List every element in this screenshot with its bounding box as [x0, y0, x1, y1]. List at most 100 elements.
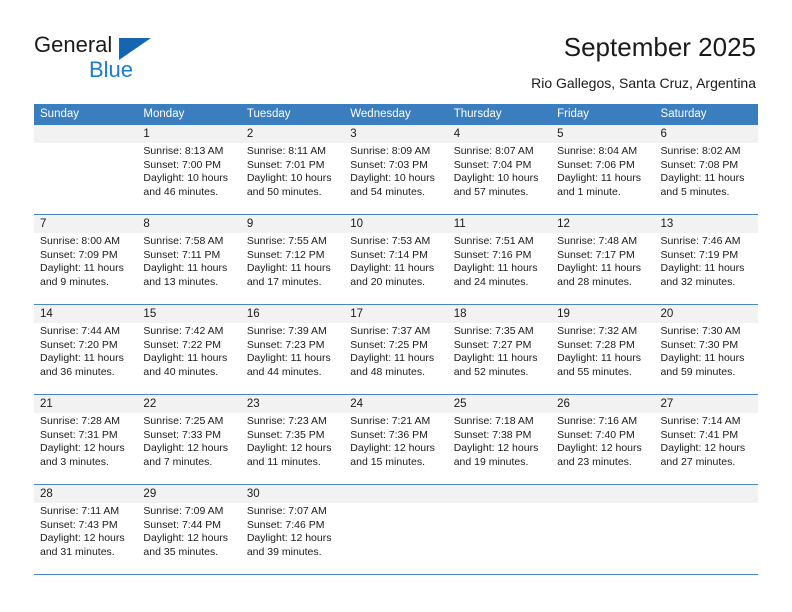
day-cell[interactable]: Sunrise: 8:13 AM Sunset: 7:00 PM Daylight:… — [137, 143, 240, 214]
day-cell[interactable]: Sunrise: 7:30 AM Sunset: 7:30 PM Daylight:… — [655, 323, 758, 394]
day-number[interactable]: 4 — [448, 125, 551, 143]
day-cell[interactable]: Sunrise: 8:07 AM Sunset: 7:04 PM Daylight:… — [448, 143, 551, 214]
day-sunrise-text: Sunrise: 8:04 AM — [557, 145, 638, 157]
day-cell[interactable]: Sunrise: 7:32 AM Sunset: 7:28 PM Daylight:… — [551, 323, 654, 394]
day-number[interactable]: 9 — [241, 215, 344, 233]
day-number[interactable]: 27 — [655, 395, 758, 413]
day-cell[interactable]: Sunrise: 8:02 AM Sunset: 7:08 PM Daylight:… — [655, 143, 758, 214]
weekday-header-thursday: Thursday — [453, 108, 502, 120]
day-cell[interactable]: Sunrise: 8:11 AM Sunset: 7:01 PM Daylight:… — [241, 143, 344, 214]
day-number[interactable]: 21 — [34, 395, 137, 413]
day-daylight-text: Daylight: 11 hours — [40, 352, 124, 365]
day-number-row: 123456 — [34, 125, 758, 143]
day-daylight-text: Daylight: 12 hours — [557, 442, 642, 455]
day-cell[interactable]: Sunrise: 8:09 AM Sunset: 7:03 PM Daylight:… — [344, 143, 447, 214]
day-number[interactable]: 7 — [34, 215, 137, 233]
day-daylight-text: Daylight: 11 hours — [350, 352, 435, 365]
day-cell[interactable]: Sunrise: 8:04 AM Sunset: 7:06 PM Daylight:… — [551, 143, 654, 214]
day-cell[interactable]: Sunrise: 7:44 AM Sunset: 7:20 PM Daylight:… — [34, 323, 137, 394]
day-cell[interactable]: Sunrise: 7:14 AM Sunset: 7:41 PM Daylight:… — [655, 413, 758, 484]
day-daylight-text: Daylight: 12 hours — [246, 532, 332, 545]
page-subtitle: Rio Gallegos, Santa Cruz, Argentina — [531, 75, 756, 91]
day-cell[interactable]: Sunrise: 7:16 AM Sunset: 7:40 PM Daylight:… — [551, 413, 654, 484]
day-cell[interactable]: Sunrise: 7:46 AM Sunset: 7:19 PM Daylight:… — [655, 233, 758, 304]
day-number[interactable]: 1 — [137, 125, 240, 143]
day-sunrise-text: Sunrise: 7:18 AM — [453, 415, 534, 427]
day-number[interactable]: 19 — [551, 305, 654, 323]
day-number[interactable]: 10 — [344, 215, 447, 233]
page-title: September 2025 — [563, 32, 756, 62]
day-cell[interactable]: Sunrise: 7:51 AM Sunset: 7:16 PM Daylight:… — [448, 233, 551, 304]
calendar-week-row: 21 22 23 24 25 26 27 Sunrise: 7:28 AM Sunset: 7:… — [34, 395, 758, 485]
day-cell[interactable]: Sunrise: 7:28 AM Sunset: 7:31 PM Daylight:… — [34, 413, 137, 484]
day-sunrise-text: Sunrise: 8:00 AM — [40, 235, 120, 247]
day-number[interactable]: 23 — [241, 395, 344, 413]
day-number[interactable]: 18 — [448, 305, 551, 323]
day-number[interactable]: 12 — [551, 215, 654, 233]
day-number[interactable]: 14 — [34, 305, 137, 323]
day-detail-row: Sunrise: 7:44 AM Sunset: 7:20 PM Daylight:… — [34, 323, 758, 394]
day-cell[interactable]: Sunrise: 7:42 AM Sunset: 7:22 PM Daylight:… — [137, 323, 240, 394]
day-cell[interactable]: Sunrise: 7:37 AM Sunset: 7:25 PM Daylight:… — [344, 323, 447, 394]
day-cell[interactable]: Sunrise: 7:58 AM Sunset: 7:11 PM Daylight:… — [137, 233, 240, 304]
day-detail-row: Sunrise: 7:11 AM Sunset: 7:43 PM Daylight:… — [34, 503, 758, 574]
day-number[interactable]: 28 — [34, 485, 137, 503]
day-number[interactable]: 25 — [448, 395, 551, 413]
day-cell[interactable]: Sunrise: 7:21 AM Sunset: 7:36 PM Daylight:… — [344, 413, 447, 484]
day-sunset-text: Sunset: 7:44 PM — [143, 518, 222, 531]
day-detail-row: Sunrise: 8:00 AM Sunset: 7:09 PM Daylight:… — [34, 233, 758, 304]
day-cell[interactable]: Sunrise: 7:09 AM Sunset: 7:44 PM Daylight:… — [137, 503, 240, 574]
day-daylight-text: and 24 minutes. — [453, 275, 529, 288]
day-cell[interactable]: Sunrise: 7:25 AM Sunset: 7:33 PM Daylight:… — [137, 413, 240, 484]
day-daylight-text: and 3 minutes. — [40, 455, 109, 468]
day-number[interactable]: 11 — [448, 215, 551, 233]
day-number[interactable]: 8 — [137, 215, 240, 233]
day-cell[interactable]: Sunrise: 7:11 AM Sunset: 7:43 PM Daylight:… — [34, 503, 137, 574]
calendar-grid: Sunday Monday Tuesday Wednesday Thursday Frid… — [34, 104, 758, 575]
calendar-week-row: 1 2 3 4 5 6 Sunrise: 8:13 AM Sunset: 7:00 PM Day… — [34, 125, 758, 215]
day-number[interactable]: 30 — [241, 485, 344, 503]
day-number[interactable]: 17 — [344, 305, 447, 323]
day-daylight-text: and 9 minutes. — [40, 275, 109, 288]
day-cell[interactable]: Sunrise: 8:00 AM Sunset: 7:09 PM Daylight:… — [34, 233, 137, 304]
day-number[interactable]: 15 — [137, 305, 240, 323]
calendar-week-row: 28 29 30 Sunrise: 7:11 AM Sunset: 7:43 PM Day… — [34, 485, 758, 575]
day-daylight-text: and 17 minutes. — [246, 275, 322, 288]
day-number[interactable]: 2 — [241, 125, 344, 143]
day-sunrise-text: Sunrise: 7:39 AM — [246, 325, 327, 337]
day-sunset-text: Sunset: 7:41 PM — [660, 428, 739, 441]
day-number[interactable]: 29 — [137, 485, 240, 503]
day-cell[interactable]: Sunrise: 7:55 AM Sunset: 7:12 PM Daylight:… — [241, 233, 344, 304]
day-cell[interactable]: Sunrise: 7:23 AM Sunset: 7:35 PM Daylight:… — [241, 413, 344, 484]
day-number[interactable]: 6 — [655, 125, 758, 143]
day-cell[interactable]: Sunrise: 7:53 AM Sunset: 7:14 PM Daylight:… — [344, 233, 447, 304]
day-cell[interactable]: Sunrise: 7:07 AM Sunset: 7:46 PM Daylight:… — [241, 503, 344, 574]
brand-logo[interactable]: General Blue — [34, 32, 234, 86]
day-number[interactable]: 20 — [655, 305, 758, 323]
day-number[interactable]: 22 — [137, 395, 240, 413]
day-number[interactable]: 5 — [551, 125, 654, 143]
day-number[interactable]: 3 — [344, 125, 447, 143]
day-sunset-text: Sunset: 7:09 PM — [40, 248, 118, 261]
day-number[interactable]: 13 — [655, 215, 758, 233]
day-number-empty — [655, 485, 758, 503]
day-number-empty — [34, 125, 137, 143]
day-daylight-text: Daylight: 12 hours — [40, 442, 125, 455]
day-cell[interactable]: Sunrise: 7:39 AM Sunset: 7:23 PM Daylight:… — [241, 323, 344, 394]
day-daylight-text: and 36 minutes. — [40, 365, 115, 378]
weekday-header-tuesday: Tuesday — [246, 108, 291, 120]
day-number[interactable]: 24 — [344, 395, 447, 413]
weekday-header-friday: Friday — [557, 108, 590, 120]
day-daylight-text: and 40 minutes. — [143, 365, 219, 378]
day-daylight-text: and 54 minutes. — [350, 185, 425, 198]
day-sunrise-text: Sunrise: 7:51 AM — [453, 235, 534, 247]
day-daylight-text: Daylight: 11 hours — [557, 352, 641, 365]
weekday-header-sunday: Sunday — [40, 108, 80, 120]
day-cell[interactable]: Sunrise: 7:35 AM Sunset: 7:27 PM Daylight:… — [448, 323, 551, 394]
day-sunset-text: Sunset: 7:22 PM — [143, 338, 222, 351]
day-number[interactable]: 26 — [551, 395, 654, 413]
day-daylight-text: and 55 minutes. — [557, 365, 632, 378]
day-cell[interactable]: Sunrise: 7:48 AM Sunset: 7:17 PM Daylight:… — [551, 233, 654, 304]
day-cell[interactable]: Sunrise: 7:18 AM Sunset: 7:38 PM Daylight:… — [448, 413, 551, 484]
day-number[interactable]: 16 — [241, 305, 344, 323]
